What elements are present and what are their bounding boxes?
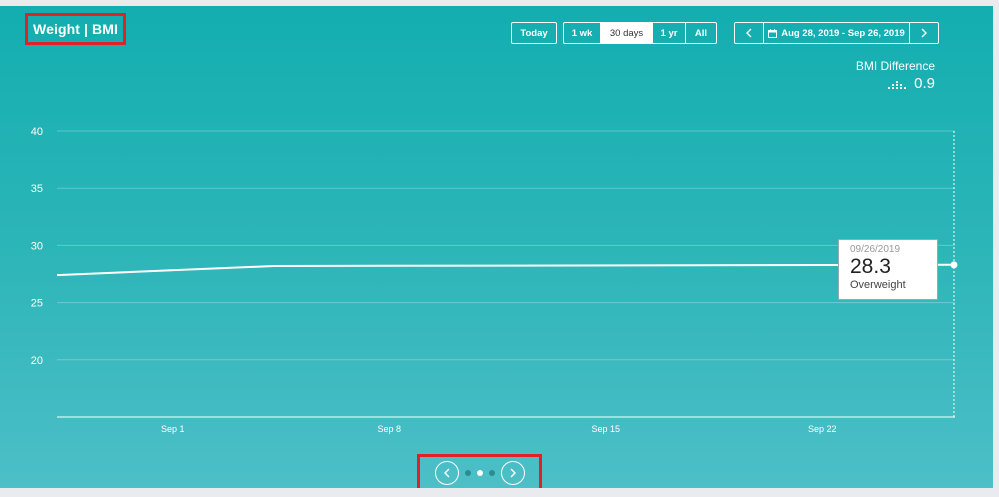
x-tick-label: Sep 22 [808, 424, 837, 434]
y-tick-label: 20 [31, 355, 43, 367]
y-tick-label: 40 [31, 126, 43, 138]
weight-bmi-panel: Weight | BMI Today 1 wk 30 days 1 yr All… [0, 6, 993, 488]
tooltip-date: 09/26/2019 [850, 244, 901, 255]
x-tick-label: Sep 8 [377, 424, 401, 434]
bottom-bar [0, 488, 999, 497]
y-tick-label: 30 [31, 240, 43, 252]
y-tick-label: 25 [31, 298, 43, 310]
chart-pager [417, 454, 542, 488]
pager-next-button[interactable] [500, 461, 525, 485]
tooltip-value: 28.3 [850, 255, 891, 278]
tooltip-category: Overweight [850, 279, 906, 291]
chevron-left-icon [443, 468, 449, 478]
data-tooltip: 09/26/2019 28.3 Overweight [838, 239, 938, 300]
x-tick-label: Sep 15 [591, 424, 620, 434]
chevron-right-icon [510, 468, 516, 478]
y-tick-label: 35 [31, 183, 43, 195]
bmi-series-line [56, 263, 955, 277]
x-tick-label: Sep 1 [161, 424, 185, 434]
pager-prev-button[interactable] [434, 461, 459, 485]
pager-dot[interactable] [464, 470, 471, 476]
bmi-data-point[interactable] [950, 261, 958, 269]
pager-dot-active[interactable] [476, 470, 483, 476]
pager-dot[interactable] [488, 470, 495, 476]
